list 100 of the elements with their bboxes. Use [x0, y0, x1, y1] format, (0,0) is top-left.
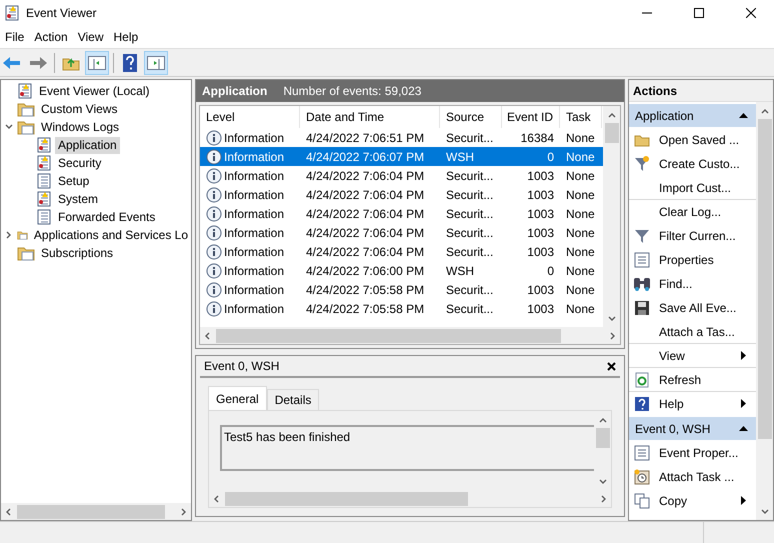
- tree-item[interactable]: Windows Logs: [38, 118, 122, 136]
- log-title: Application: [202, 84, 268, 98]
- pane-command[interactable]: Help: [629, 391, 756, 415]
- scroll-thumb[interactable]: [604, 123, 618, 143]
- chevron-up-icon[interactable]: [760, 106, 768, 114]
- pane-command[interactable]: Copy: [629, 488, 756, 512]
- tree-item[interactable]: Application: [55, 136, 120, 154]
- folder-icon: [634, 132, 650, 146]
- column-header[interactable]: Source: [440, 106, 502, 128]
- tree-item[interactable]: Applications and Services Lo: [30, 226, 191, 244]
- log-icon: [17, 83, 33, 99]
- chevron-left-icon[interactable]: [203, 332, 211, 340]
- table-cell: Information: [224, 302, 284, 316]
- table-cell: 4/24/2022 7:05:58 PM: [306, 302, 424, 316]
- chevron-down-icon[interactable]: [608, 314, 616, 322]
- vertical-scrollbar[interactable]: [756, 102, 773, 520]
- chevron-right-icon[interactable]: [609, 332, 617, 340]
- maximize-icon: [694, 8, 704, 18]
- info-icon: [206, 168, 222, 184]
- chevron-left-icon[interactable]: [4, 508, 12, 516]
- pane-command[interactable]: Properties: [629, 247, 756, 271]
- section-header[interactable]: Event 0, WSH: [629, 417, 756, 440]
- event-row[interactable]: Information 4/24/2022 7:06:00 PM WSH 0 None: [200, 261, 603, 280]
- event-row[interactable]: Information 4/24/2022 7:06:51 PM Securit... 16384 None: [200, 128, 603, 147]
- tree-item[interactable]: Setup: [55, 172, 92, 190]
- table-cell: 1003: [527, 188, 554, 202]
- help-icon: [123, 54, 137, 72]
- column-header[interactable]: Event ID: [502, 106, 560, 128]
- event-row[interactable]: Information 4/24/2022 7:06:04 PM Securit... 1003 None: [200, 223, 603, 242]
- pane-icon: [147, 56, 165, 70]
- table-cell: None: [566, 150, 595, 164]
- menu-item[interactable]: View: [72, 26, 108, 48]
- tree-item[interactable]: Event Viewer (Local): [36, 82, 152, 100]
- chevron-right-icon[interactable]: [180, 508, 188, 516]
- table-cell: 1003: [527, 206, 554, 220]
- pane-command[interactable]: Attach a Tas...: [629, 319, 756, 343]
- table-cell: Securit...: [446, 188, 494, 202]
- submenu-arrow-icon: [739, 399, 748, 408]
- console-tree-button[interactable]: [85, 50, 109, 74]
- scroll-thumb[interactable]: [596, 428, 610, 448]
- chevron-up-icon[interactable]: [608, 110, 616, 118]
- pane-command[interactable]: Refresh: [629, 367, 756, 391]
- pane-command[interactable]: Save All Eve...: [629, 295, 756, 319]
- pane-command[interactable]: Find...: [629, 271, 756, 295]
- log-icon: [36, 173, 52, 189]
- tree-item[interactable]: Custom Views: [38, 100, 120, 118]
- info-icon: [206, 282, 222, 298]
- horizontal-scrollbar[interactable]: [1, 503, 191, 520]
- tab[interactable]: General: [208, 386, 267, 410]
- menu-item[interactable]: Action: [29, 26, 73, 48]
- table-cell: Information: [224, 264, 284, 278]
- chevron-left-icon[interactable]: [212, 494, 220, 502]
- column-header[interactable]: Task: [560, 106, 602, 128]
- submenu-arrow-icon: [739, 351, 748, 360]
- tab[interactable]: Details: [266, 389, 320, 410]
- action-pane-button[interactable]: [144, 50, 168, 74]
- chevron-right-icon[interactable]: [600, 494, 608, 502]
- folder-icon: [17, 119, 35, 135]
- close-icon[interactable]: [607, 362, 616, 370]
- scroll-thumb[interactable]: [758, 119, 772, 439]
- tree-item[interactable]: System: [55, 190, 102, 208]
- scroll-thumb[interactable]: [216, 328, 561, 342]
- chevron-down-icon[interactable]: [5, 123, 13, 131]
- close-icon: [746, 8, 756, 18]
- tree-item[interactable]: Security: [55, 154, 104, 172]
- event-row[interactable]: Information 4/24/2022 7:05:58 PM Securit... 1003 None: [200, 280, 603, 299]
- menu-item[interactable]: Help: [108, 26, 144, 48]
- pane-command[interactable]: Attach Task ...: [629, 464, 756, 488]
- info-icon: [206, 262, 222, 278]
- chevron-up-icon[interactable]: [598, 416, 606, 424]
- vertical-scrollbar[interactable]: [603, 106, 620, 327]
- event-row[interactable]: Information 4/24/2022 7:06:04 PM Securit... 1003 None: [200, 204, 603, 223]
- pane-command[interactable]: Open Saved ...: [629, 127, 756, 151]
- chevron-right-icon[interactable]: [5, 231, 13, 239]
- scroll-thumb[interactable]: [225, 492, 468, 506]
- horizontal-scrollbar[interactable]: [200, 327, 620, 344]
- event-row[interactable]: Information 4/24/2022 7:06:04 PM Securit... 1003 None: [200, 242, 603, 261]
- chevron-down-icon[interactable]: [598, 478, 606, 486]
- event-row[interactable]: Information 4/24/2022 7:06:04 PM Securit... 1003 None: [200, 185, 603, 204]
- menu-item[interactable]: File: [0, 26, 30, 48]
- column-header[interactable]: Date and Time: [300, 106, 440, 128]
- event-row[interactable]: Information 4/24/2022 7:05:58 PM Securit... 1003 None: [200, 299, 603, 318]
- pane-command[interactable]: Filter Curren...: [629, 223, 756, 247]
- column-header[interactable]: Level: [200, 106, 300, 128]
- pane-command[interactable]: Import Cust...: [629, 175, 756, 199]
- event-row[interactable]: Information 4/24/2022 7:06:04 PM Securit... 1003 None: [200, 166, 603, 185]
- section-header[interactable]: Application: [629, 104, 756, 127]
- tree-item[interactable]: Forwarded Events: [55, 208, 158, 226]
- chevron-down-icon[interactable]: [760, 508, 768, 516]
- save-icon: [634, 300, 650, 316]
- table-cell: None: [566, 206, 595, 220]
- table-cell: 4/24/2022 7:06:00 PM: [306, 264, 424, 278]
- tree-item[interactable]: Subscriptions: [38, 244, 116, 262]
- table-cell: None: [566, 244, 595, 258]
- pane-command[interactable]: Create Custo...: [629, 151, 756, 175]
- pane-command[interactable]: Event Proper...: [629, 440, 756, 464]
- event-row[interactable]: Information 4/24/2022 7:06:07 PM WSH 0 None: [200, 147, 603, 166]
- info-icon: [206, 224, 222, 240]
- table-cell: 0: [547, 150, 554, 164]
- scroll-thumb[interactable]: [17, 504, 165, 518]
